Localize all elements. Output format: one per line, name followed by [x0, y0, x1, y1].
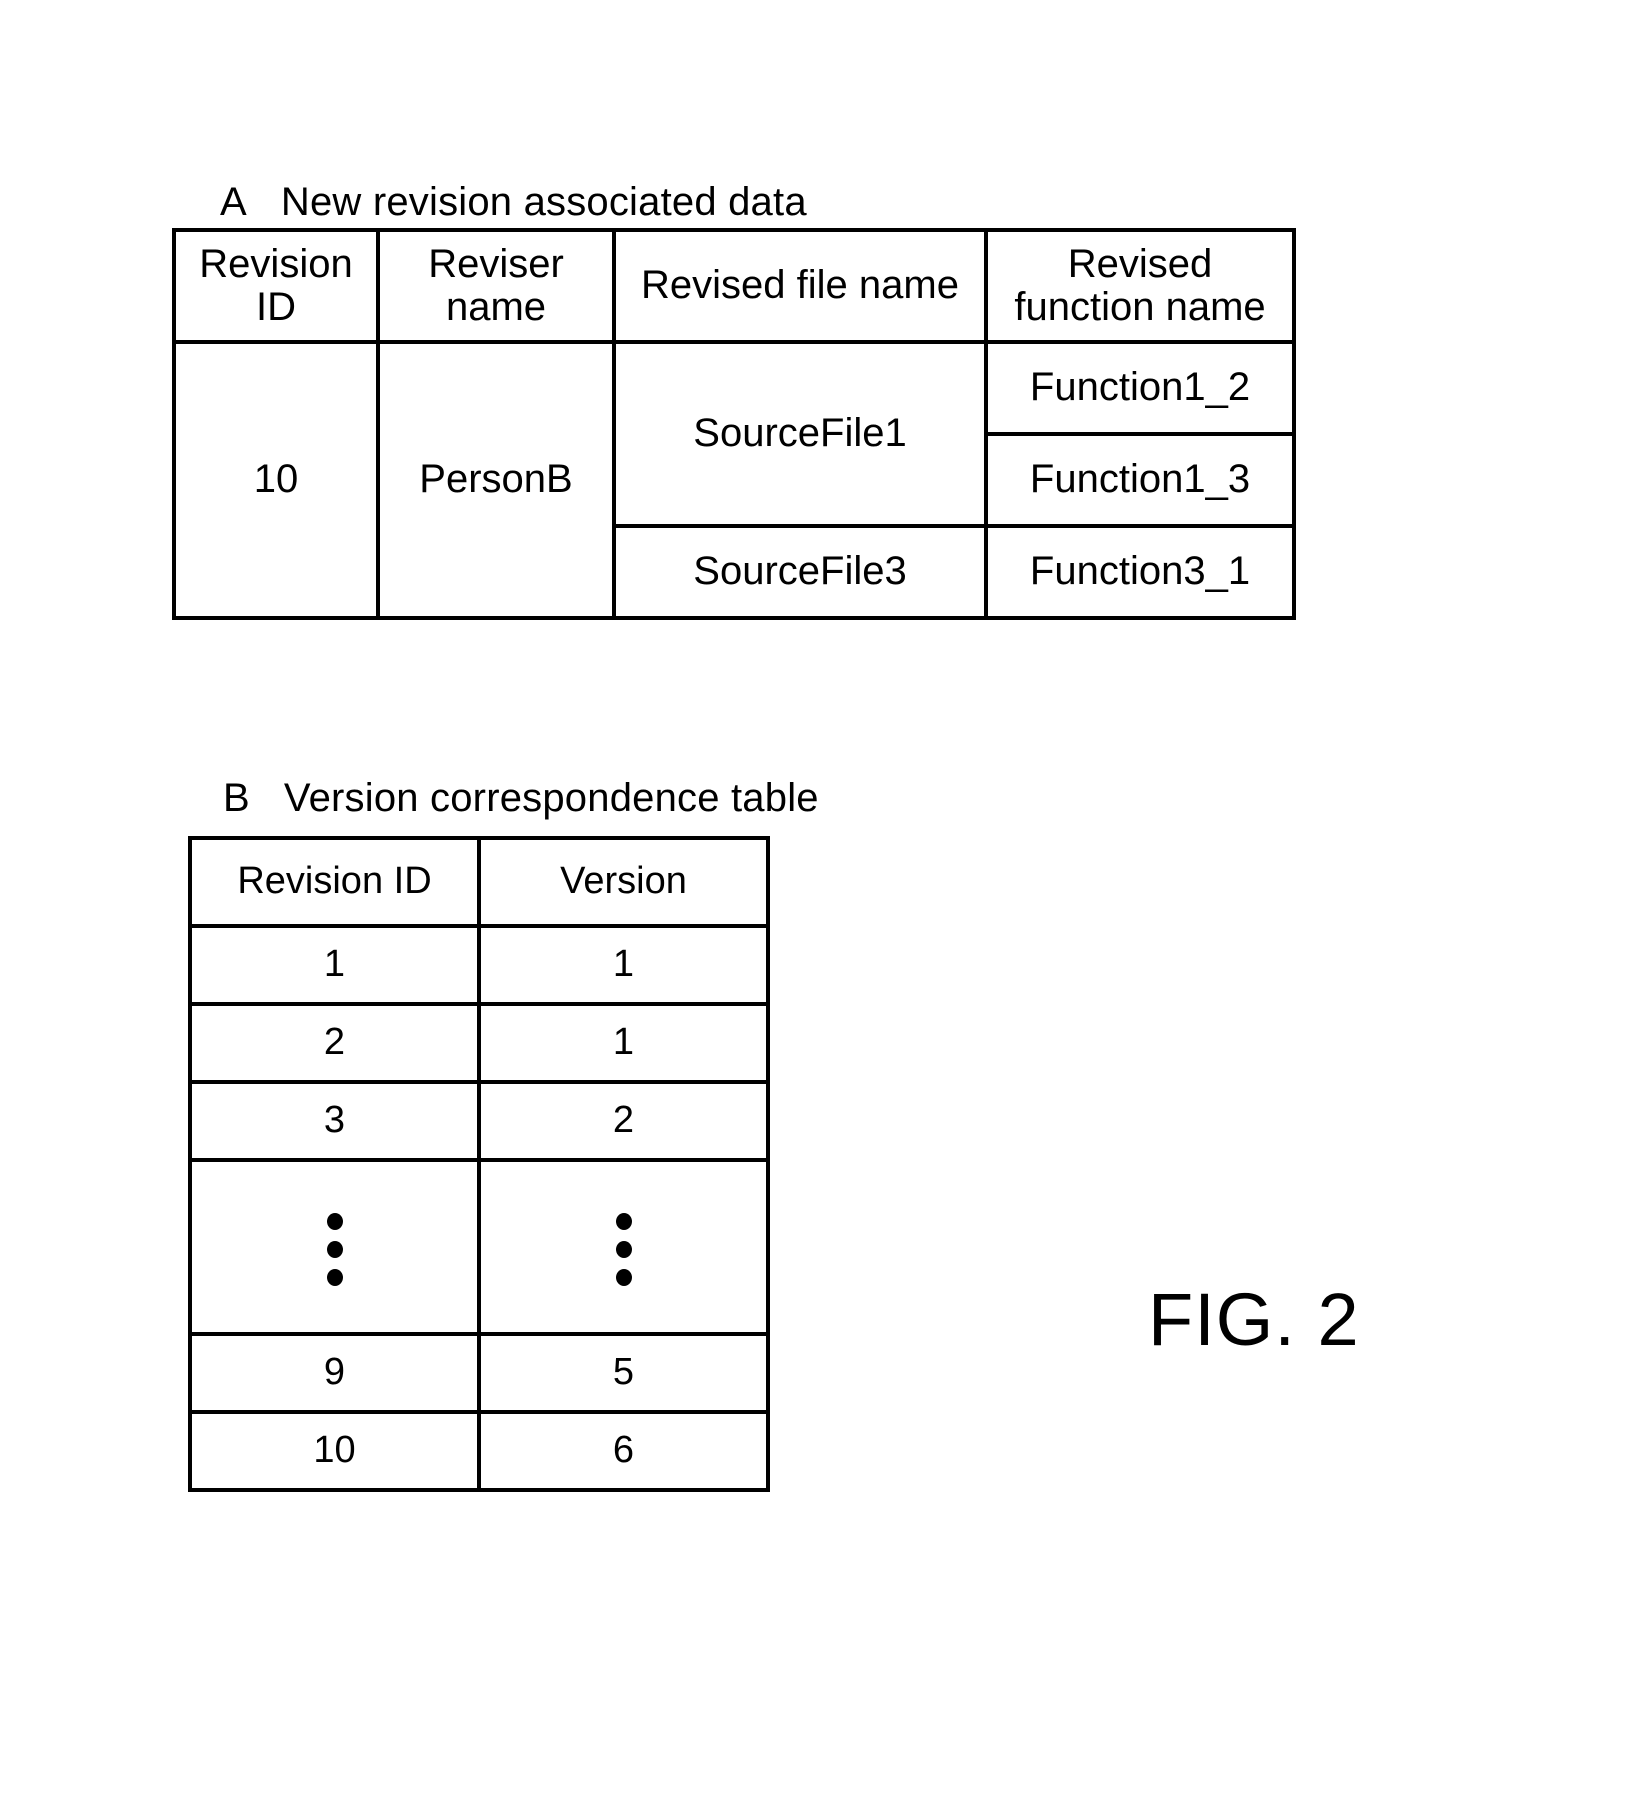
- table-row: 9 5: [188, 1332, 770, 1414]
- cell-revised-function-name: Function3_1: [984, 524, 1296, 620]
- cell-revised-function-name: Function1_3: [984, 432, 1296, 528]
- header-line-1: Revision: [199, 241, 353, 286]
- table-row: 2 1: [188, 1002, 770, 1084]
- cell-version-ellipsis: [477, 1158, 770, 1336]
- table-row: 3 2: [188, 1080, 770, 1162]
- table-a-letter: A: [220, 180, 247, 224]
- header-line-2: function name: [1014, 285, 1266, 329]
- header-line-2: name: [445, 285, 547, 329]
- patent-figure-sheet: A New revision associated data Revision I…: [0, 0, 1640, 1804]
- figure-label: FIG. 2: [1148, 1278, 1360, 1361]
- table-row: 10 6: [188, 1410, 770, 1492]
- table-b-letter: B: [223, 776, 250, 820]
- table-b-header-row: Revision ID Version: [188, 836, 770, 928]
- vertical-ellipsis-icon: [326, 1204, 343, 1296]
- table-a-caption: A New revision associated data: [220, 182, 807, 222]
- column-header-revised-file-name: Revised file name: [612, 228, 988, 344]
- table-b-caption-text: Version correspondence table: [283, 776, 819, 820]
- cell-revision-id: 10: [188, 1410, 481, 1492]
- cell-revision-id: 10: [172, 340, 380, 620]
- table-row: 10 PersonB SourceFile1 Function1_2: [172, 340, 1296, 620]
- table-row-ellipsis: [188, 1158, 770, 1336]
- table-row: 1 1: [188, 924, 770, 1006]
- cell-revised-file-name: SourceFile1: [612, 340, 988, 528]
- cell-version: 1: [477, 924, 770, 1006]
- header-line-1: Reviser: [428, 241, 564, 286]
- column-header-revision-id: Revision ID: [188, 836, 481, 928]
- column-header-revised-function-name: Revised function name: [984, 228, 1296, 344]
- version-correspondence-table: Revision ID Version 1 1 2 1 3 2 9 5 10 6: [188, 836, 770, 1492]
- table-a-header-row: Revision ID Reviser name Revised file na…: [172, 228, 1296, 344]
- cell-version: 1: [477, 1002, 770, 1084]
- column-header-version: Version: [477, 836, 770, 928]
- cell-revised-function-name: Function1_2: [984, 340, 1296, 436]
- table-b-caption: B Version correspondence table: [223, 778, 819, 818]
- cell-version: 6: [477, 1410, 770, 1492]
- column-header-revision-id: Revision ID: [172, 228, 380, 344]
- cell-reviser-name: PersonB: [376, 340, 616, 620]
- vertical-ellipsis-icon: [615, 1204, 632, 1296]
- header-line-1: Revised: [1067, 241, 1213, 286]
- cell-revised-file-name: SourceFile3: [612, 524, 988, 620]
- cell-revision-id: 1: [188, 924, 481, 1006]
- cell-revision-id: 2: [188, 1002, 481, 1084]
- cell-version: 5: [477, 1332, 770, 1414]
- table-a-caption-text: New revision associated data: [280, 180, 807, 224]
- column-header-reviser-name: Reviser name: [376, 228, 616, 344]
- cell-revision-id: 9: [188, 1332, 481, 1414]
- new-revision-associated-data-table: Revision ID Reviser name Revised file na…: [172, 228, 1296, 620]
- header-line-2: ID: [256, 285, 296, 329]
- cell-version: 2: [477, 1080, 770, 1162]
- cell-revision-id: 3: [188, 1080, 481, 1162]
- cell-revision-id-ellipsis: [188, 1158, 481, 1336]
